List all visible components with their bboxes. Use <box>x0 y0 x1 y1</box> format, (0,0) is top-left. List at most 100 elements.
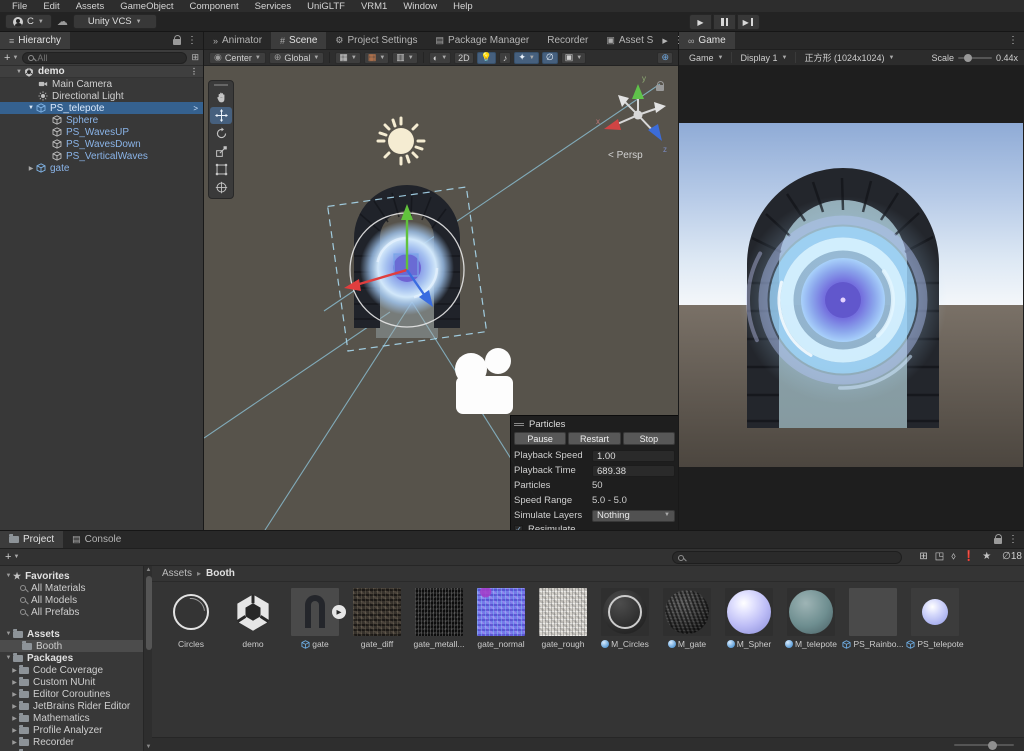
tab-scene[interactable]: # Scene <box>271 32 327 49</box>
package-editor-coroutines[interactable]: ▶ Editor Coroutines <box>0 688 143 700</box>
preview-play-icon[interactable]: ▶ <box>332 605 346 619</box>
rect-tool-button[interactable] <box>210 161 232 178</box>
favorite-all-models[interactable]: All Models <box>0 594 143 606</box>
foldout-arrow[interactable]: ▼ <box>14 69 24 75</box>
account-dropdown[interactable]: C ▼ <box>5 14 52 29</box>
scene-viewport[interactable]: y x z < Persp Particles Pause Restart St… <box>204 66 678 530</box>
asset-tile-demo[interactable]: demo <box>229 588 277 649</box>
tab-project[interactable]: Project <box>0 531 64 548</box>
move-tool-button[interactable] <box>210 107 232 124</box>
gizmos-toggle-icon[interactable]: ⊕ <box>657 51 673 64</box>
menu-component[interactable]: Component <box>182 1 247 12</box>
menu-unigltf[interactable]: UniGLTF <box>299 1 353 12</box>
drag-handle[interactable] <box>214 84 228 86</box>
step-button[interactable]: ▶ <box>737 14 760 30</box>
scene-row-demo[interactable]: ▼ demo ⋮ <box>0 66 203 78</box>
asset-tile-gate-normal[interactable]: gate_normal <box>477 588 525 649</box>
stop-particles-button[interactable]: Stop <box>622 432 675 445</box>
menu-help[interactable]: Help <box>445 1 481 12</box>
kebab-menu-icon[interactable]: ⋮ <box>1008 35 1018 46</box>
package-mathematics[interactable]: ▶ Mathematics <box>0 712 143 724</box>
asset-tile-gate-rough[interactable]: gate_rough <box>539 588 587 649</box>
playback-speed-field[interactable]: 1.00 <box>592 449 675 462</box>
search-window-icon[interactable]: ⊞ <box>191 52 199 63</box>
package-recorder[interactable]: ▶ Recorder <box>0 736 143 748</box>
tab-project-settings[interactable]: ⚙ Project Settings <box>326 32 426 49</box>
asset-tile-gate[interactable]: ▶ gate <box>291 588 346 649</box>
search-by-label-icon[interactable]: ⬨ <box>951 551 956 562</box>
create-button[interactable]: + ▼ <box>4 52 18 64</box>
lock-icon[interactable] <box>656 81 665 91</box>
increment-snap-icon[interactable]: ▦ ▼ <box>363 51 390 64</box>
unity-vcs-dropdown[interactable]: Unity VCS ▼ <box>72 14 157 29</box>
tab-hierarchy[interactable]: ≡ Hierarchy <box>0 32 71 49</box>
lighting-toggle-icon[interactable]: 💡 <box>476 51 496 64</box>
tree-scrollbar[interactable]: ▲ ▼ <box>143 566 152 751</box>
lock-icon[interactable] <box>173 35 182 45</box>
package-code-coverage[interactable]: ▶ Code Coverage <box>0 664 143 676</box>
game-viewport[interactable] <box>679 66 1024 530</box>
hierarchy-item-ps-telepote[interactable]: ▼ PS_telepote > <box>0 102 203 114</box>
tab-recorder[interactable]: Recorder <box>538 32 597 49</box>
menu-vrm1[interactable]: VRM1 <box>353 1 395 12</box>
favorite-all-materials[interactable]: All Materials <box>0 582 143 594</box>
menu-assets[interactable]: Assets <box>68 1 113 12</box>
visibility-toggle-icon[interactable]: ∅ <box>541 51 558 64</box>
simulate-layers-dropdown[interactable]: Nothing ▼ <box>592 509 675 522</box>
scene-kebab-icon[interactable]: ⋮ <box>190 67 198 76</box>
orientation-dropdown[interactable]: ⊕ Global ▼ <box>268 51 325 64</box>
effects-toggle-icon[interactable]: ✦ ▼ <box>514 51 539 64</box>
project-search-input[interactable] <box>672 551 902 564</box>
scale-tool-button[interactable] <box>210 143 232 160</box>
asset-tile-circles[interactable]: Circles <box>167 588 215 649</box>
tab-animator[interactable]: » Animator <box>204 32 271 49</box>
pause-button[interactable] <box>713 14 736 30</box>
audio-toggle-icon[interactable]: ♪ <box>498 51 512 64</box>
open-in-search-icon[interactable]: ⊞ <box>919 551 927 562</box>
search-by-type-icon[interactable]: ◳ <box>935 551 944 562</box>
kebab-menu-icon[interactable]: ⋮ <box>187 35 197 46</box>
tab-game[interactable]: ∞ Game <box>679 32 735 49</box>
hierarchy-item-ps-verticalwaves[interactable]: PS_VerticalWaves <box>0 150 203 162</box>
hierarchy-item-sphere[interactable]: Sphere <box>0 114 203 126</box>
favorites-header[interactable]: ▼ ★ Favorites <box>0 570 143 582</box>
asset-tile-ps-telepote[interactable]: PS_telepote <box>911 588 964 649</box>
tab-console[interactable]: ▤ Console <box>63 531 130 548</box>
asset-tile-m-telepote[interactable]: M_telepote <box>784 588 837 649</box>
2d-toggle[interactable]: 2D <box>454 51 474 64</box>
asset-tile-m-spher[interactable]: M_Spher <box>725 588 773 649</box>
camera-settings-icon[interactable]: ▣ ▼ <box>560 51 587 64</box>
scale-slider[interactable] <box>957 53 992 62</box>
hierarchy-item-main-camera[interactable]: Main Camera <box>0 78 203 90</box>
persp-toggle[interactable]: < Persp <box>608 150 643 161</box>
snap-settings-icon[interactable]: ▥ ▼ <box>392 51 418 64</box>
booth-folder[interactable]: Booth <box>0 640 143 652</box>
hierarchy-item-directional-light[interactable]: Directional Light <box>0 90 203 102</box>
menu-window[interactable]: Window <box>395 1 445 12</box>
menu-edit[interactable]: Edit <box>35 1 67 12</box>
tab-scroll-arrow[interactable]: ▶ <box>662 37 667 45</box>
prefab-open-arrow[interactable]: > <box>193 104 198 113</box>
playback-time-field[interactable]: 689.38 <box>592 464 675 477</box>
display-dropdown[interactable]: Display 1 ▼ <box>736 51 791 64</box>
transform-tool-button[interactable] <box>210 179 232 196</box>
aspect-dropdown[interactable]: 正方形 (1024x1024) ▼ <box>800 51 898 64</box>
play-button[interactable]: ▶ <box>689 14 712 30</box>
view-tool-button[interactable] <box>210 89 232 106</box>
breadcrumb-booth[interactable]: Booth <box>206 568 235 579</box>
favorite-all-prefabs[interactable]: All Prefabs <box>0 606 143 618</box>
foldout-arrow[interactable]: ▼ <box>26 105 36 111</box>
assets-folder[interactable]: ▼ Assets <box>0 628 143 640</box>
hierarchy-item-ps-wavesdown[interactable]: PS_WavesDown <box>0 138 203 150</box>
unimported-assets-icon[interactable]: ❗ <box>963 551 975 562</box>
resimulate-checkbox[interactable]: ✓ <box>514 525 523 530</box>
asset-tile-gate-diff[interactable]: gate_diff <box>353 588 401 649</box>
hierarchy-item-ps-wavesup[interactable]: PS_WavesUP <box>0 126 203 138</box>
rotate-tool-button[interactable] <box>210 125 232 142</box>
draw-mode-icon[interactable]: ◐ ▼ <box>428 51 452 64</box>
restart-particles-button[interactable]: Restart <box>568 432 621 445</box>
package-custom-nunit[interactable]: ▶ Custom NUnit <box>0 676 143 688</box>
create-asset-button[interactable]: + ▼ <box>5 551 19 563</box>
package-profile-analyzer[interactable]: ▶ Profile Analyzer <box>0 724 143 736</box>
lock-icon[interactable] <box>994 534 1003 544</box>
